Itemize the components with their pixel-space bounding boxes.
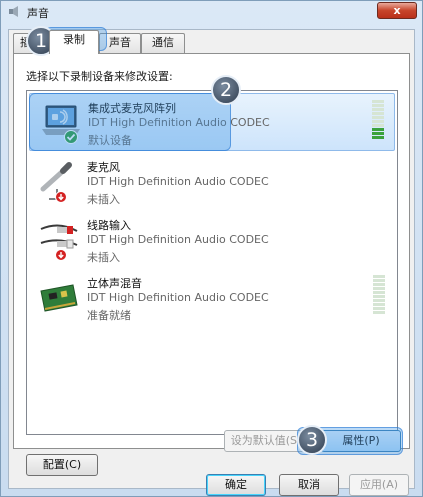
- device-row-stereo-mix[interactable]: 立体声混音 IDT High Definition Audio CODEC 准备…: [29, 269, 395, 327]
- apply-button[interactable]: 应用(A): [349, 474, 409, 496]
- window-title: 声音: [27, 7, 49, 20]
- device-name: 立体声混音: [87, 277, 142, 290]
- device-name: 线路输入: [87, 219, 131, 232]
- device-driver: IDT High Definition Audio CODEC: [87, 291, 269, 304]
- tab-communications[interactable]: 通信: [141, 33, 185, 53]
- tab-recording[interactable]: 录制: [49, 30, 99, 54]
- instruction-text: 选择以下录制设备来修改设置:: [26, 70, 173, 83]
- device-status: 未插入: [87, 251, 120, 264]
- ok-button[interactable]: 确定: [206, 474, 266, 496]
- sound-dialog: 声音 x 播放 录制 声音 通信 选择以下录制设备来修改设置:: [0, 0, 423, 497]
- level-meter: [373, 275, 385, 319]
- device-name: 麦克风: [87, 161, 120, 174]
- device-driver: IDT High Definition Audio CODEC: [87, 233, 269, 246]
- set-default-button[interactable]: 设为默认值(S): [224, 430, 308, 452]
- close-button[interactable]: x: [377, 2, 417, 19]
- unplugged-icon: [55, 249, 67, 261]
- device-row-microphone[interactable]: 麦克风 IDT High Definition Audio CODEC 未插入: [29, 153, 395, 211]
- device-status: 未插入: [87, 193, 120, 206]
- level-meter: [372, 100, 384, 144]
- configure-button[interactable]: 配置(C): [26, 454, 98, 476]
- callout-number-2: 2: [211, 75, 241, 105]
- title-bar: 声音 x: [1, 1, 422, 23]
- speaker-icon: [9, 6, 18, 17]
- callout-number-3: 3: [297, 425, 327, 455]
- cancel-button[interactable]: 取消: [279, 474, 339, 496]
- device-driver: IDT High Definition Audio CODEC: [87, 175, 269, 188]
- unplugged-icon: [55, 191, 67, 203]
- callout-highlight-mic-array: [29, 93, 231, 151]
- sound-card-icon: [40, 284, 78, 312]
- device-row-line-in[interactable]: 线路输入 IDT High Definition Audio CODEC 未插入: [29, 211, 395, 269]
- device-status: 准备就绪: [87, 309, 131, 322]
